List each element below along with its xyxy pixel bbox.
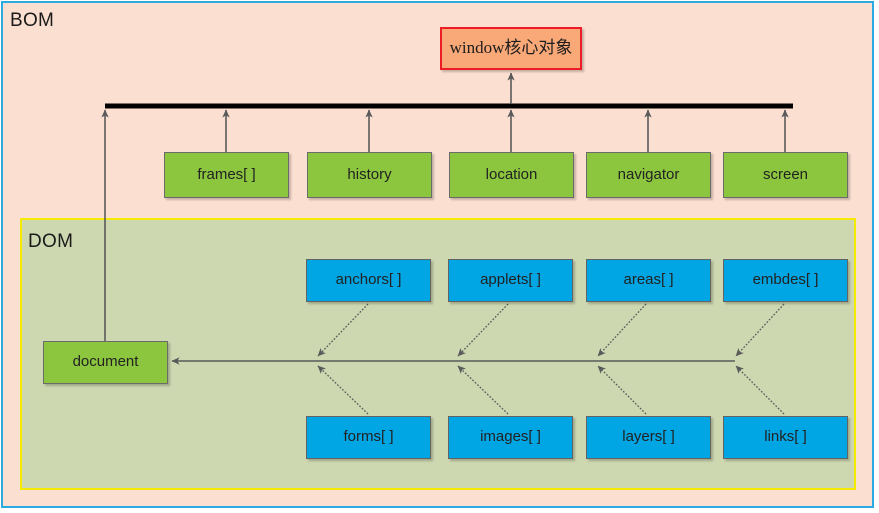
node-window-label: window核心对象 <box>449 38 573 58</box>
node-anchors[interactable]: anchors[ ] <box>306 259 431 302</box>
node-applets[interactable]: applets[ ] <box>448 259 573 302</box>
node-navigator-label: navigator <box>617 165 680 183</box>
node-embdes[interactable]: embdes[ ] <box>723 259 848 302</box>
node-document[interactable]: document <box>43 341 168 384</box>
node-screen[interactable]: screen <box>723 152 848 198</box>
node-location[interactable]: location <box>449 152 574 198</box>
node-forms[interactable]: forms[ ] <box>306 416 431 459</box>
node-anchors-label: anchors[ ] <box>335 271 402 289</box>
node-links[interactable]: links[ ] <box>723 416 848 459</box>
node-navigator[interactable]: navigator <box>586 152 711 198</box>
node-history[interactable]: history <box>307 152 432 198</box>
node-history-label: history <box>347 165 392 183</box>
node-layers[interactable]: layers[ ] <box>586 416 711 459</box>
dom-region-label: DOM <box>28 231 74 252</box>
bom-region-label: BOM <box>10 10 55 31</box>
node-document-label: document <box>72 353 139 371</box>
diagram-canvas: BOM DOM window核心对象 frames[] history loc… <box>0 0 879 513</box>
node-frames-label: frames[ ] <box>197 165 256 183</box>
node-images[interactable]: images[ ] <box>448 416 573 459</box>
node-screen-label: screen <box>762 165 809 183</box>
node-links-label: links[ ] <box>764 428 807 446</box>
node-areas[interactable]: areas[ ] <box>586 259 711 302</box>
node-images-label: images[ ] <box>480 428 541 446</box>
node-forms-label: forms[ ] <box>343 428 394 446</box>
node-applets-label: applets[ ] <box>480 271 541 289</box>
node-window[interactable]: window核心对象 <box>440 27 582 70</box>
node-location-label: location <box>485 165 538 183</box>
node-frames[interactable]: frames[ ] <box>164 152 289 198</box>
node-areas-label: areas[ ] <box>623 271 674 289</box>
node-embdes-label: embdes[ ] <box>752 271 819 289</box>
node-layers-label: layers[ ] <box>622 428 675 446</box>
